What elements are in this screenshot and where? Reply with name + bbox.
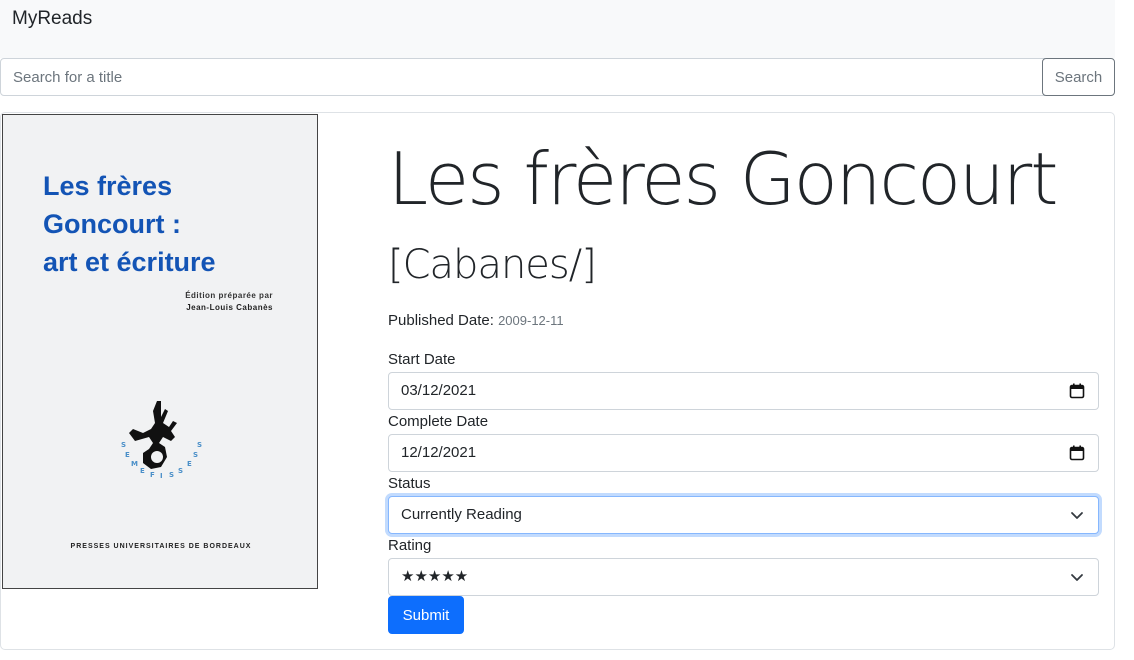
- search-form: Search: [0, 58, 1115, 96]
- calendar-icon[interactable]: [1069, 383, 1085, 399]
- calendar-icon[interactable]: [1069, 445, 1085, 461]
- publisher-logo-icon: S EM EFI S SE SS: [121, 401, 202, 480]
- book-card: Les frères Goncourt : art et écriture Éd…: [0, 112, 1115, 650]
- rating-label: Rating: [388, 537, 432, 554]
- cover-editor: Jean-Louis Cabanès: [186, 303, 273, 312]
- chevron-down-icon: [1071, 512, 1083, 519]
- rating-select[interactable]: ★★★★★: [388, 558, 1099, 596]
- status-label: Status: [388, 475, 431, 492]
- published-label: Published Date:: [388, 312, 494, 329]
- submit-button[interactable]: Submit: [388, 596, 464, 634]
- cover-title-line: art et écriture: [43, 247, 216, 277]
- published-date: Published Date: 2009-12-11: [388, 312, 564, 329]
- start-date-value: 03/12/2021: [401, 382, 477, 399]
- search-button[interactable]: Search: [1042, 58, 1115, 96]
- cover-title: Les frères Goncourt : art et écriture: [43, 167, 303, 281]
- start-date-label: Start Date: [388, 351, 456, 368]
- rating-selected-value: ★★★★★: [401, 568, 469, 585]
- complete-date-label: Complete Date: [388, 413, 489, 430]
- cover-publisher: PRESSES UNIVERSITAIRES DE BORDEAUX: [70, 543, 252, 550]
- chevron-down-icon: [1071, 574, 1083, 581]
- complete-date-input[interactable]: 12/12/2021: [388, 434, 1099, 472]
- complete-date-value: 12/12/2021: [401, 444, 477, 461]
- published-date-value: 2009-12-11: [498, 313, 564, 328]
- book-author: [Cabanes/]: [388, 242, 597, 288]
- search-input[interactable]: [0, 58, 1045, 96]
- status-select[interactable]: Currently Reading: [388, 496, 1099, 534]
- brand-link[interactable]: MyReads: [12, 8, 92, 30]
- book-cover-image: Les frères Goncourt : art et écriture Éd…: [2, 114, 318, 589]
- start-date-input[interactable]: 03/12/2021: [388, 372, 1099, 410]
- status-selected-value: Currently Reading: [401, 506, 522, 523]
- cover-edition-line: Édition préparée par: [185, 291, 273, 300]
- cover-title-line: Les frères: [43, 171, 173, 201]
- book-title: Les frères Goncourt: [388, 137, 1058, 221]
- cover-title-line: Goncourt :: [43, 209, 181, 239]
- navbar: MyReads: [0, 0, 1115, 58]
